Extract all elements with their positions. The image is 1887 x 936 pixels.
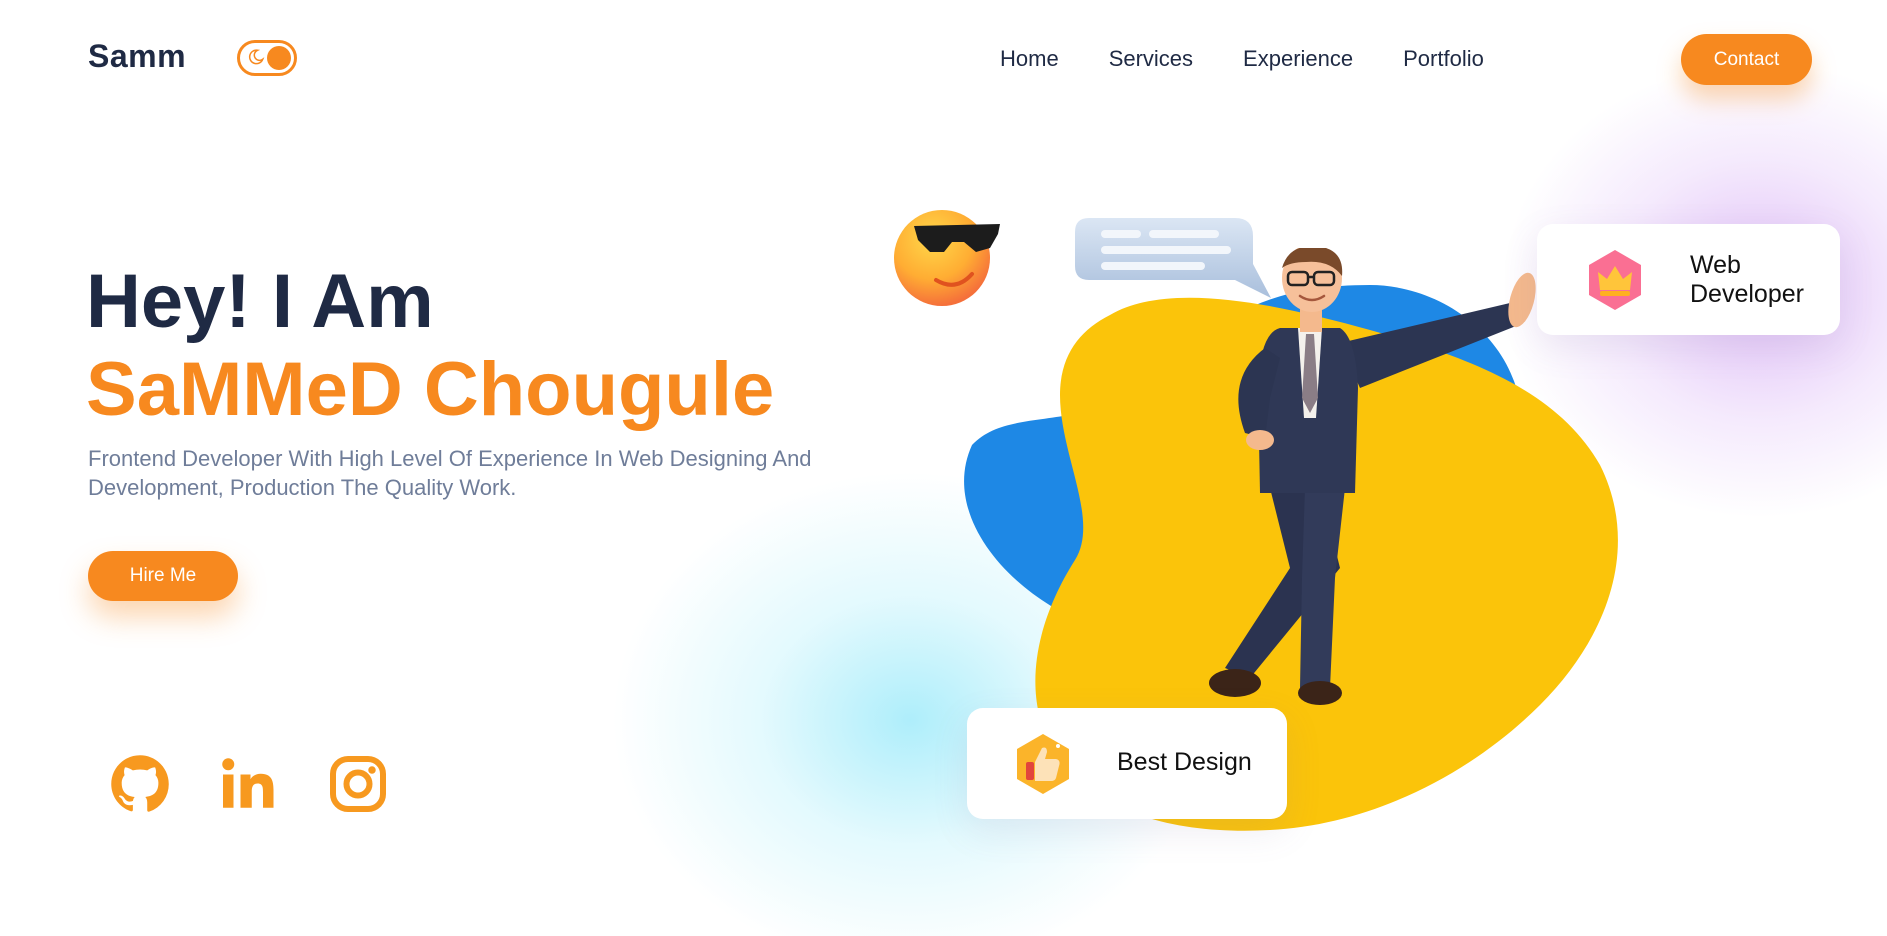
nav-portfolio[interactable]: Portfolio [1403, 46, 1484, 72]
site-logo[interactable]: Samm [88, 38, 186, 75]
instagram-icon[interactable] [328, 754, 388, 814]
hero-description: Frontend Developer With High Level Of Ex… [88, 446, 812, 500]
web-developer-card: Web Developer [1537, 224, 1840, 335]
web-developer-label: Web Developer [1690, 251, 1804, 308]
moon-icon [248, 49, 265, 65]
hero-greeting: Hey! I Am [86, 259, 434, 344]
best-design-label: Best Design [1117, 748, 1252, 776]
portfolio-page: Samm Home Services Experience Portfolio … [0, 0, 1887, 936]
crown-badge-icon [1589, 250, 1641, 310]
toggle-knob [267, 46, 291, 70]
nav-experience[interactable]: Experience [1243, 46, 1353, 72]
sunglasses-emoji-icon [894, 210, 1000, 306]
nav-home[interactable]: Home [1000, 46, 1059, 72]
thumbs-up-badge-icon [1017, 734, 1069, 794]
nav-services[interactable]: Services [1109, 46, 1193, 72]
best-design-card: Best Design [967, 708, 1287, 819]
main-nav: Home Services Experience Portfolio [1000, 46, 1534, 72]
github-icon[interactable] [110, 754, 170, 814]
linkedin-icon[interactable] [218, 754, 278, 814]
contact-button[interactable]: Contact [1681, 34, 1812, 85]
theme-toggle[interactable] [237, 40, 297, 76]
hire-me-button[interactable]: Hire Me [88, 551, 238, 601]
businessman-character [1209, 248, 1536, 705]
hero-name: SaMMeD Chougule [86, 347, 775, 432]
